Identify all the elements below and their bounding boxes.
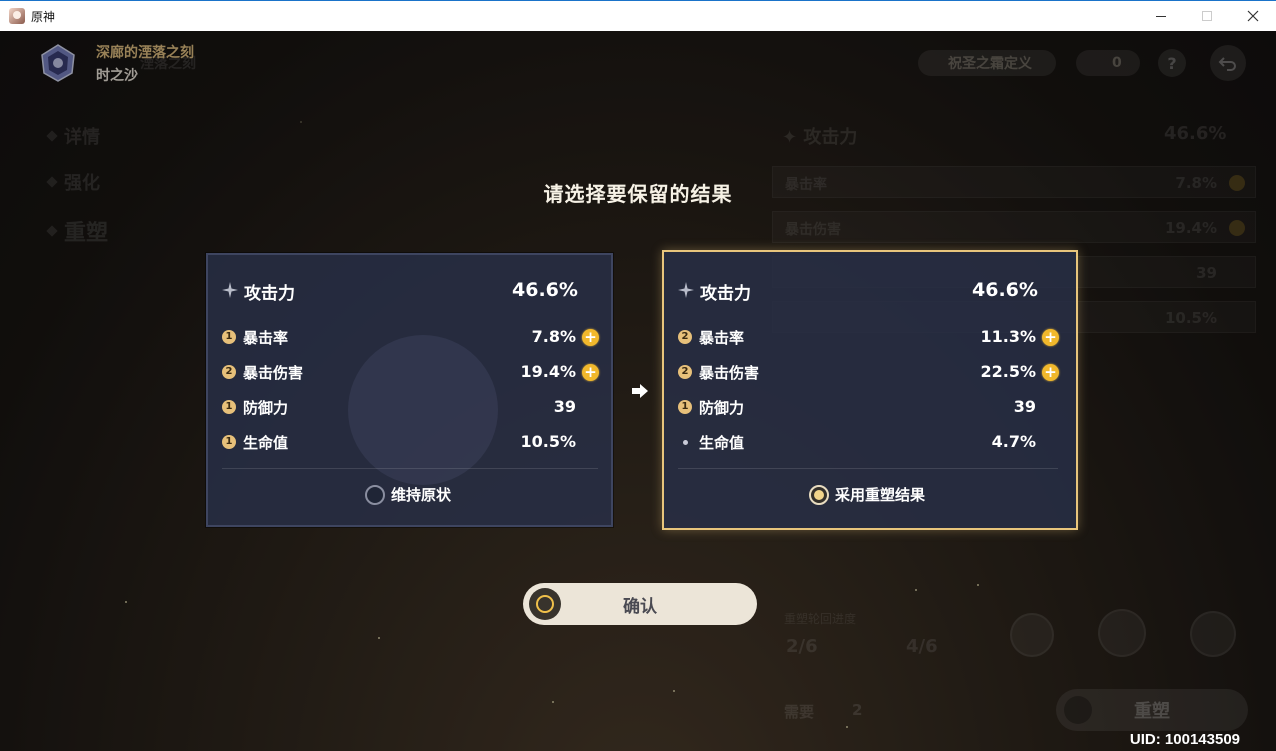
roll-count-badge: 1 — [222, 435, 236, 449]
minimize-button[interactable] — [1138, 1, 1184, 31]
substat-value: 19.4% — [520, 362, 576, 381]
substat-row: 2 暴击率 11.3% + — [678, 326, 1090, 348]
window-title: 原神 — [31, 9, 56, 24]
new-substat-dot-icon — [678, 435, 692, 449]
window-titlebar: 原神 — [0, 0, 1276, 31]
plus-icon: + — [1042, 329, 1059, 346]
adopt-reshape-option[interactable]: 采用重塑结果 — [809, 484, 925, 505]
main-stat-row: 攻击力 46.6% — [678, 279, 1090, 304]
substat-value: 10.5% — [520, 432, 576, 451]
player-uid: UID: 100143509 — [1129, 731, 1240, 748]
main-stat-name: 攻击力 — [700, 284, 751, 304]
main-stat-name: 攻击力 — [244, 284, 295, 304]
card-divider — [678, 468, 1058, 469]
card-divider — [222, 468, 598, 469]
roll-count-badge: 1 — [222, 400, 236, 414]
keep-original-label: 维持原状 — [391, 486, 452, 504]
substat-row: 1 生命值 10.5% — [222, 431, 625, 453]
substat-name: 暴击伤害 — [243, 364, 304, 382]
substat-value: 7.8% — [531, 327, 576, 346]
maximize-icon — [1202, 11, 1212, 21]
substat-name: 暴击率 — [243, 329, 289, 347]
arrow-right-icon — [632, 384, 648, 398]
close-button[interactable] — [1230, 1, 1276, 31]
main-stat-star-icon — [222, 282, 238, 298]
substat-name: 防御力 — [243, 399, 289, 417]
substat-row: 1 防御力 39 — [222, 396, 625, 418]
substat-value: 4.7% — [991, 432, 1036, 451]
plus-icon: + — [582, 364, 599, 381]
roll-count-badge: 1 — [678, 400, 692, 414]
substat-name: 暴击率 — [699, 329, 745, 347]
keep-original-option[interactable]: 维持原状 — [365, 484, 451, 505]
substat-row: 2 暴击伤害 19.4% + — [222, 361, 625, 383]
radio-unselected[interactable] — [365, 484, 385, 505]
result-card-original[interactable]: 攻击力 46.6% 1 暴击率 7.8% + 2 暴击伤害 19.4% + 1 … — [206, 253, 613, 527]
game-viewport: 湮落之刻 深廊的湮落之刻 时之沙 祝圣之霜定义 0 ? 详情 强化 重塑 ✦ 攻… — [0, 31, 1276, 751]
plus-icon: + — [582, 329, 599, 346]
roll-count-badge: 2 — [222, 365, 236, 379]
main-stat-star-icon — [678, 282, 694, 298]
main-stat-value: 46.6% — [972, 279, 1038, 301]
substat-name: 暴击伤害 — [699, 364, 760, 382]
substat-name: 生命值 — [243, 434, 289, 452]
substat-name: 防御力 — [699, 399, 745, 417]
substat-row: 2 暴击伤害 22.5% + — [678, 361, 1090, 383]
substat-row: 生命值 4.7% — [678, 431, 1090, 453]
roll-count-badge: 2 — [678, 330, 692, 344]
main-stat-row: 攻击力 46.6% — [222, 279, 625, 304]
dialog-title: 请选择要保留的结果 — [543, 182, 733, 206]
maximize-button[interactable] — [1184, 1, 1230, 31]
roll-count-badge: 1 — [222, 330, 236, 344]
main-stat-value: 46.6% — [512, 279, 578, 301]
minimize-icon — [1156, 15, 1166, 17]
roll-count-badge: 2 — [678, 365, 692, 379]
confirm-label: 确认 — [623, 596, 657, 617]
substat-row: 1 防御力 39 — [678, 396, 1090, 418]
substat-value: 39 — [1013, 397, 1036, 416]
app-icon — [9, 8, 25, 24]
radio-selected[interactable] — [809, 484, 829, 505]
substat-value: 39 — [553, 397, 576, 416]
confirm-circle-icon — [529, 588, 561, 620]
substat-name: 生命值 — [699, 434, 745, 452]
close-icon — [1247, 10, 1259, 22]
substat-value: 22.5% — [980, 362, 1036, 381]
confirm-button[interactable]: 确认 — [523, 583, 757, 625]
plus-icon: + — [1042, 364, 1059, 381]
adopt-reshape-label: 采用重塑结果 — [835, 486, 926, 504]
substat-row: 1 暴击率 7.8% + — [222, 326, 625, 348]
substat-value: 11.3% — [980, 327, 1036, 346]
result-card-reshaped[interactable]: 攻击力 46.6% 2 暴击率 11.3% + 2 暴击伤害 22.5% + 1… — [662, 250, 1078, 530]
